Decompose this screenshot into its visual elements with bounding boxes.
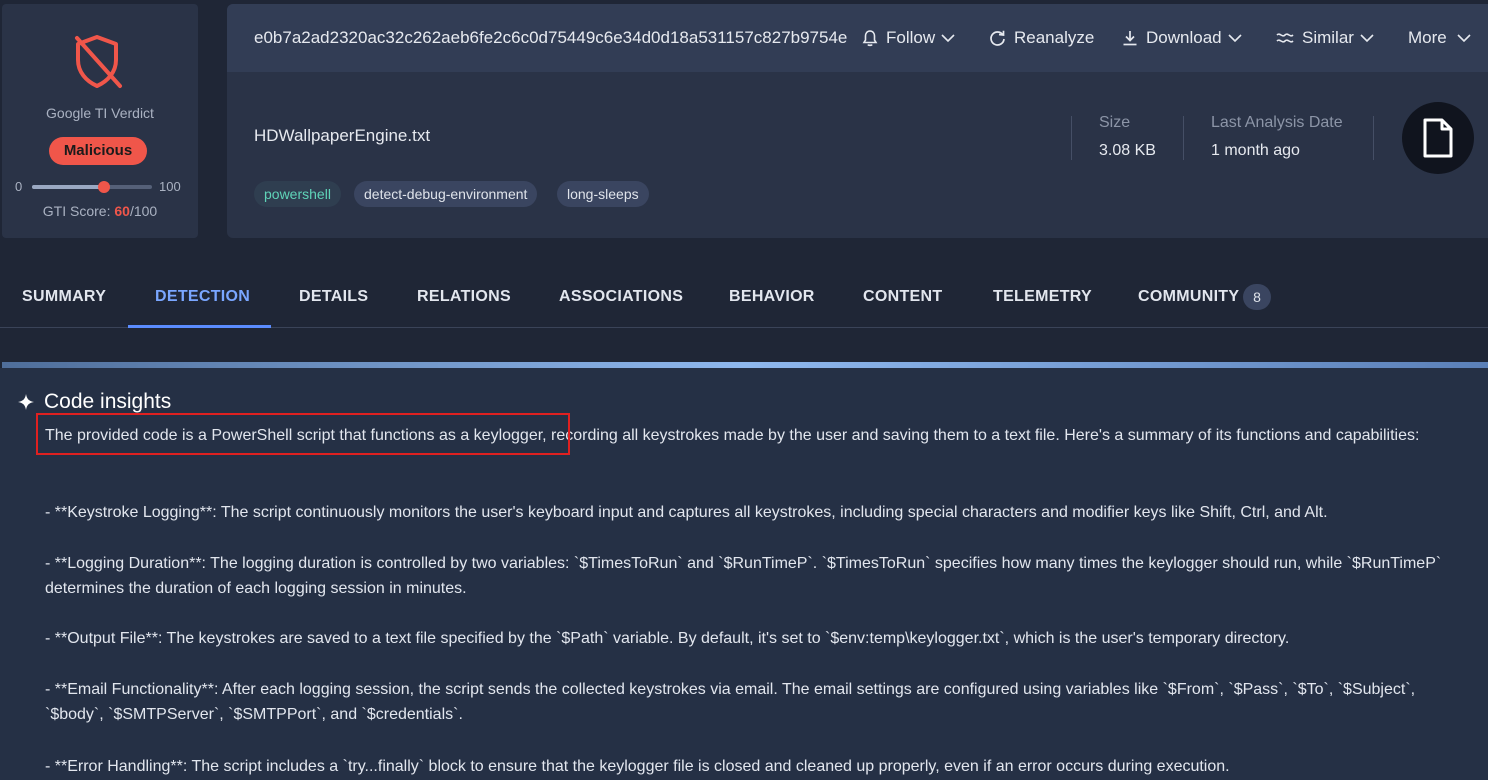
gti-score-prefix: GTI Score:	[42, 203, 115, 219]
similar-label: Similar	[1302, 28, 1354, 47]
code-insights-heading: Code insights	[18, 390, 171, 414]
code-insights-title: Code insights	[44, 390, 172, 413]
tag-powershell[interactable]: powershell	[254, 181, 341, 207]
divider	[1183, 116, 1184, 160]
tab-relations[interactable]: RELATIONS	[417, 288, 511, 306]
follow-button[interactable]: Follow	[862, 26, 955, 50]
divider	[1373, 116, 1374, 160]
divider	[1071, 116, 1072, 160]
more-label: More	[1408, 28, 1447, 47]
sparkle-icon	[18, 394, 34, 410]
score-min: 0	[15, 179, 23, 194]
reanalyze-button[interactable]: Reanalyze	[989, 26, 1094, 50]
tag-detect-debug-environment[interactable]: detect-debug-environment	[354, 181, 538, 207]
gti-score: GTI Score: 60/100	[2, 203, 198, 219]
tab-associations[interactable]: ASSOCIATIONS	[559, 288, 683, 306]
tab-telemetry[interactable]: TELEMETRY	[993, 288, 1092, 306]
community-count-badge: 8	[1243, 284, 1271, 310]
refresh-icon	[990, 30, 1005, 46]
insight-paragraph: - **Keystroke Logging**: The script cont…	[45, 504, 1328, 521]
verdict-label: Google TI Verdict	[46, 105, 154, 121]
toolbar: e0b7a2ad2320ac32c262aeb6fe2c6c0d75449c6e…	[227, 4, 1488, 72]
score-max: 100	[159, 179, 181, 194]
last-analysis-value: 1 month ago	[1211, 142, 1300, 159]
download-icon	[1123, 31, 1137, 46]
file-icon	[1423, 118, 1453, 158]
similar-button[interactable]: Similar	[1276, 26, 1374, 50]
verdict-card: Google TI Verdict Malicious 0 100 GTI Sc…	[2, 4, 198, 238]
tab-community[interactable]: COMMUNITY	[1138, 288, 1239, 306]
score-slider-fill	[32, 185, 104, 189]
tab-summary[interactable]: SUMMARY	[22, 288, 106, 306]
insight-paragraph: - **Email Functionality**: After each lo…	[45, 681, 1416, 723]
chevron-down-icon	[1360, 34, 1374, 43]
download-label: Download	[1146, 28, 1222, 47]
file-type-badge	[1402, 102, 1474, 174]
tab-detection[interactable]: DETECTION	[155, 288, 250, 306]
file-name: HDWallpaperEngine.txt	[254, 126, 431, 145]
tag-long-sleeps[interactable]: long-sleeps	[557, 181, 649, 207]
download-button[interactable]: Download	[1122, 26, 1242, 50]
page: Google TI Verdict Malicious 0 100 GTI Sc…	[0, 0, 1488, 780]
code-insights-panel: Code insights The provided code is a Pow…	[0, 368, 1488, 780]
chevron-down-icon	[1457, 34, 1471, 43]
shield-off-icon	[75, 35, 122, 88]
last-analysis-label: Last Analysis Date	[1211, 114, 1343, 131]
bell-icon	[862, 30, 878, 47]
tab-details[interactable]: DETAILS	[299, 288, 368, 306]
active-tab-indicator	[128, 325, 271, 328]
chevron-down-icon	[941, 34, 955, 43]
file-header-card: e0b7a2ad2320ac32c262aeb6fe2c6c0d75449c6e…	[227, 4, 1488, 238]
follow-label: Follow	[886, 28, 936, 47]
tab-behavior[interactable]: BEHAVIOR	[729, 288, 815, 306]
score-slider	[32, 181, 152, 193]
size-label: Size	[1099, 114, 1131, 131]
insight-paragraph: - **Error Handling**: The script include…	[45, 758, 1230, 775]
highlight-annotation	[36, 413, 570, 455]
gti-score-suffix: /100	[129, 203, 158, 219]
insight-paragraph: - **Output File**: The keystrokes are sa…	[45, 630, 1290, 647]
similar-icon	[1276, 33, 1294, 43]
score-slider-knob	[98, 181, 110, 193]
insight-paragraph: - **Logging Duration**: The logging dura…	[45, 555, 1442, 597]
chevron-down-icon	[1228, 34, 1242, 43]
reanalyze-label: Reanalyze	[1014, 28, 1095, 47]
file-hash: e0b7a2ad2320ac32c262aeb6fe2c6c0d75449c6e…	[254, 28, 848, 47]
tab-content[interactable]: CONTENT	[863, 288, 942, 306]
size-value: 3.08 KB	[1099, 142, 1156, 159]
more-button[interactable]: More	[1408, 26, 1471, 50]
verdict-badge: Malicious	[49, 137, 147, 165]
gti-score-value: 60	[114, 203, 130, 219]
tab-bar: SUMMARY DETECTION DETAILS RELATIONS ASSO…	[0, 238, 1488, 328]
